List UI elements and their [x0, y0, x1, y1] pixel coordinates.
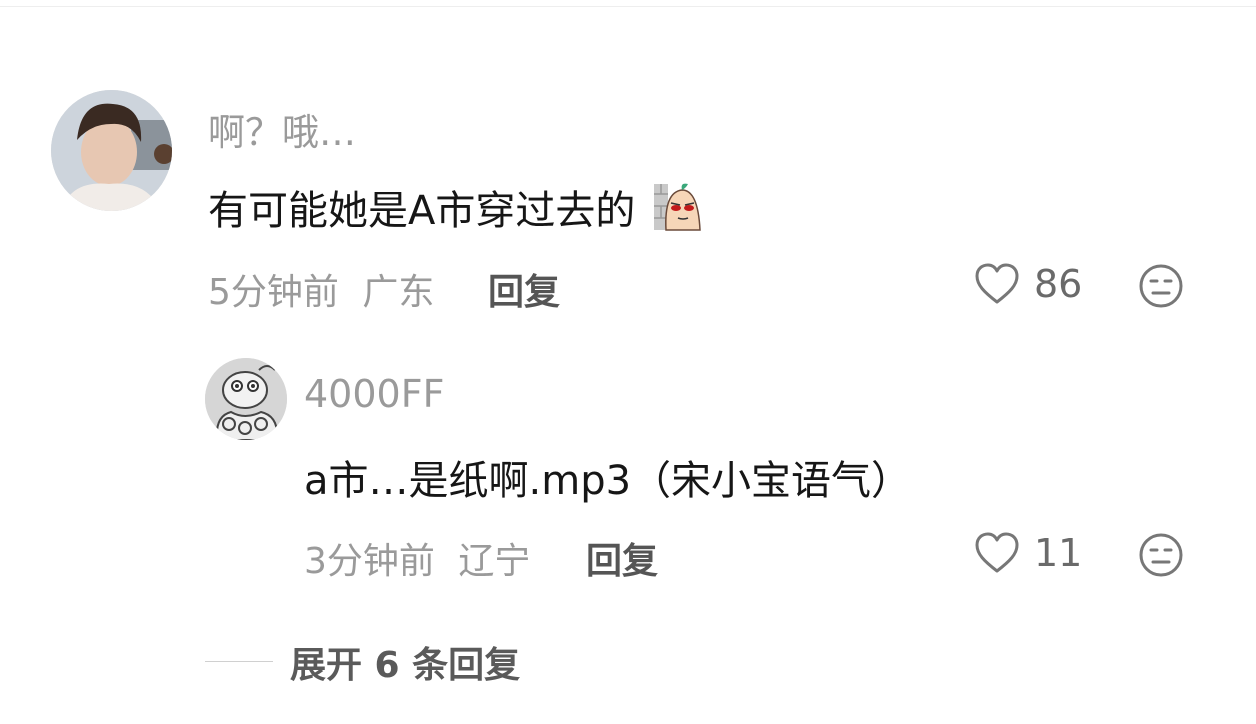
reply-avatar[interactable]: [205, 358, 287, 440]
reply-reaction-button[interactable]: [1138, 532, 1184, 582]
meh-face-icon: [1138, 533, 1184, 582]
expand-replies-button[interactable]: 展开 6 条回复: [290, 636, 520, 688]
reply-text: a市…是纸啊.mp3（宋小宝语气）: [304, 458, 912, 504]
expand-divider: [205, 661, 273, 662]
reply-meta: 3分钟前 辽宁: [304, 532, 530, 584]
reply-like-count: 11: [1034, 531, 1083, 575]
reply-location: 辽宁: [458, 541, 531, 582]
reply-time: 3分钟前: [304, 541, 435, 582]
reply-item: 4000FF a市…是纸啊.mp3（宋小宝语气） 3分钟前 辽宁 回复 11: [0, 0, 1256, 600]
heart-outline-icon: [974, 531, 1020, 575]
reply-like-button[interactable]: 11: [974, 531, 1082, 575]
reply-username[interactable]: 4000FF: [304, 372, 444, 416]
reply-reply-button[interactable]: 回复: [586, 532, 658, 584]
